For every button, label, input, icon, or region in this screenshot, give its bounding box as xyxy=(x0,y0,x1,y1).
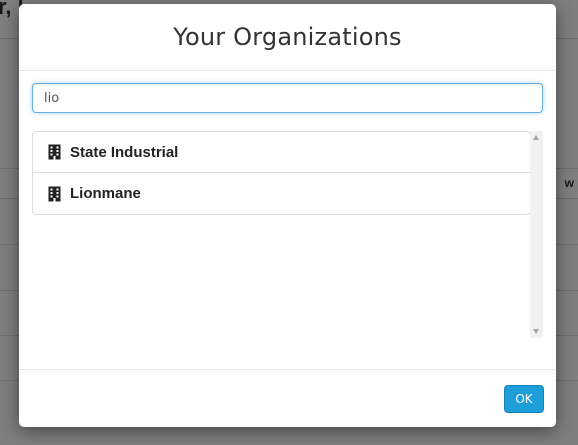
organization-list-item[interactable]: State Industrial xyxy=(33,132,530,173)
organizations-modal: Your Organizations State Industrial Lionm… xyxy=(19,4,556,427)
organization-label: Lionmane xyxy=(70,185,141,202)
modal-title: Your Organizations xyxy=(173,23,402,51)
building-icon xyxy=(48,144,61,160)
organization-list-item[interactable]: Lionmane xyxy=(33,173,530,214)
building-icon xyxy=(48,186,61,202)
organization-search-input[interactable] xyxy=(32,83,543,113)
organization-list-container: State Industrial Lionmane xyxy=(32,131,543,338)
organization-label: State Industrial xyxy=(70,143,179,161)
list-scrollbar[interactable] xyxy=(530,131,543,338)
scroll-up-arrow-icon[interactable] xyxy=(533,135,539,140)
scroll-down-arrow-icon[interactable] xyxy=(533,329,539,334)
ok-button[interactable]: OK xyxy=(504,385,544,413)
organization-list: State Industrial Lionmane xyxy=(32,131,531,215)
modal-footer: OK xyxy=(19,369,556,427)
modal-header: Your Organizations xyxy=(19,4,556,71)
